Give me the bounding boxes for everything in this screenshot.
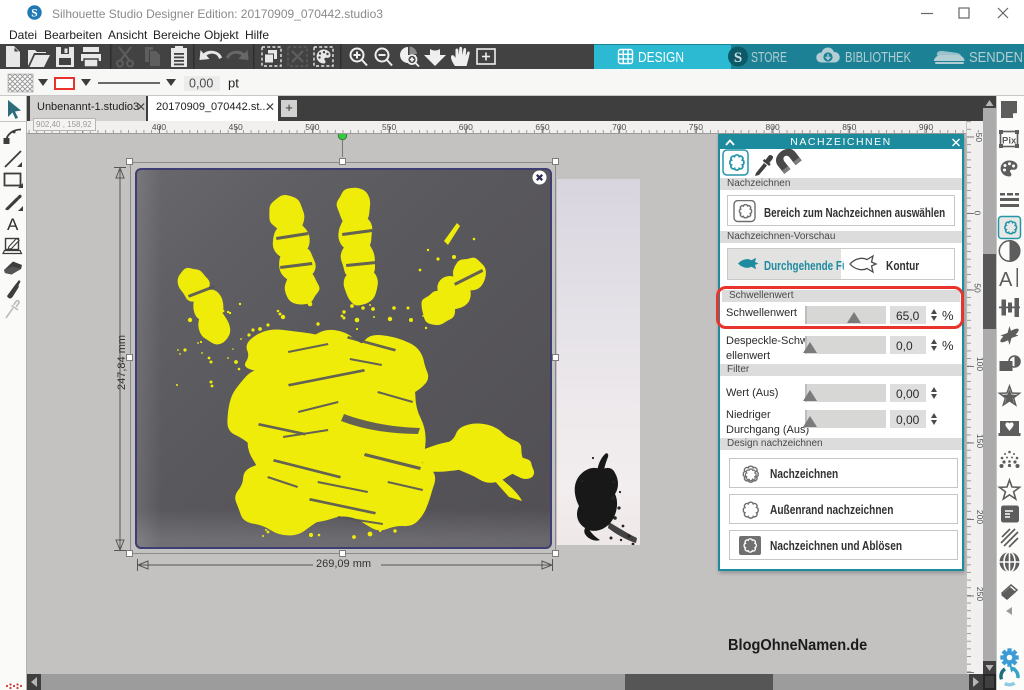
svg-text:S: S (31, 8, 37, 20)
svg-text:BIBLIOTHEK: BIBLIOTHEK (845, 49, 911, 66)
svg-text:pt: pt (228, 76, 239, 91)
svg-text:0,00: 0,00 (189, 77, 213, 91)
svg-text:S: S (734, 50, 742, 66)
svg-text:STORE: STORE (751, 49, 787, 66)
svg-text:A: A (7, 215, 19, 234)
svg-text:A: A (999, 269, 1013, 291)
svg-text:DESIGN: DESIGN (638, 49, 684, 66)
svg-text:Pix: Pix (1002, 136, 1017, 147)
svg-text:SENDEN: SENDEN (969, 49, 1023, 66)
